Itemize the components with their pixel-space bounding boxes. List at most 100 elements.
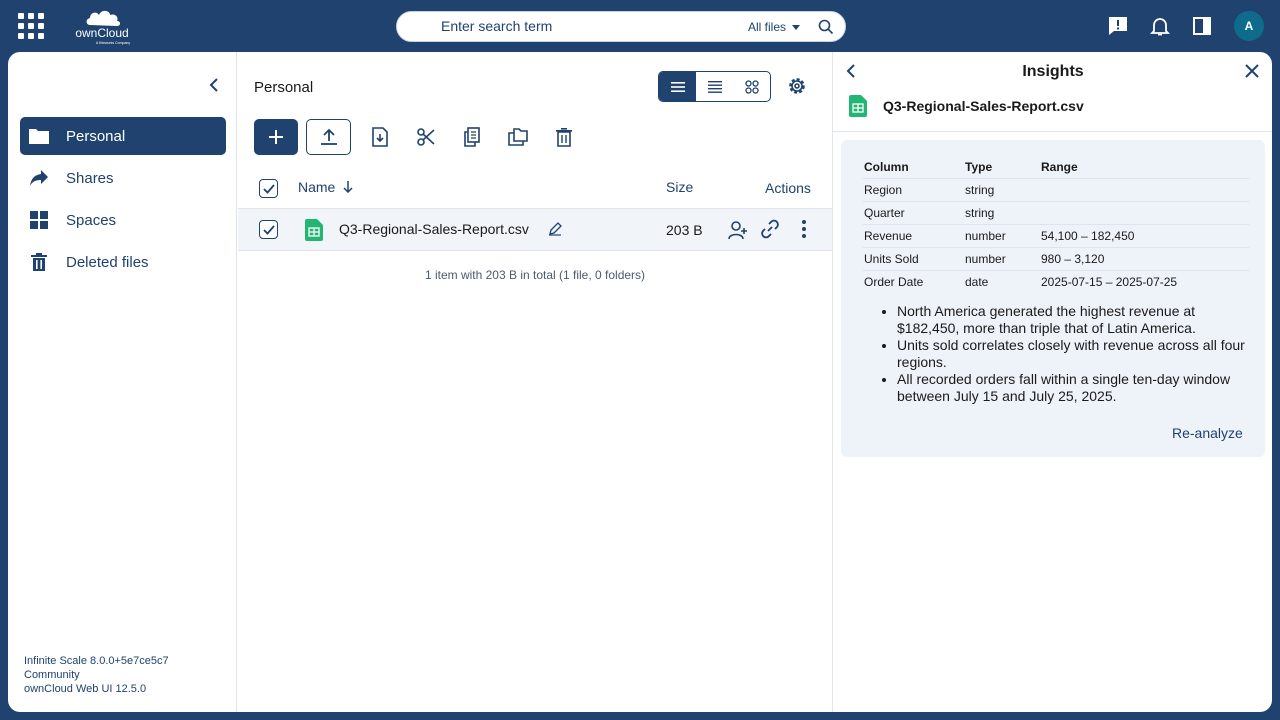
rename-pencil-icon[interactable]	[548, 222, 562, 236]
insight-item: North America generated the highest reve…	[897, 303, 1249, 337]
duplicate-icon	[508, 128, 528, 146]
column-header-label: Name	[298, 179, 336, 195]
folder-icon	[28, 125, 50, 147]
svg-text:ownCloud: ownCloud	[75, 26, 128, 40]
copy-icon	[464, 127, 480, 147]
insights-card: Column Type Range Region string Quarter …	[841, 140, 1265, 457]
table-cell: number	[964, 224, 1040, 248]
version-line: Community	[24, 669, 80, 681]
view-mode-switcher	[658, 71, 771, 102]
copy-button[interactable]	[455, 119, 489, 155]
table-row: Region string	[863, 178, 1249, 202]
sidebar-item-label: Personal	[66, 127, 126, 145]
sidebar: Personal Shares Spaces Deleted files Inf…	[8, 52, 237, 712]
search-input[interactable]	[441, 18, 711, 34]
plus-icon	[269, 130, 283, 144]
spreadsheet-icon	[305, 219, 323, 241]
search-scope-label: All files	[748, 20, 787, 34]
sidebar-nav: Personal Shares Spaces Deleted files	[20, 117, 226, 285]
sidebar-item-label: Spaces	[66, 211, 117, 229]
link-icon[interactable]	[760, 219, 780, 239]
collapse-sidebar-icon[interactable]	[208, 78, 220, 92]
sidebar-item-label: Shares	[66, 169, 114, 187]
divider	[833, 131, 1272, 132]
column-header-actions: Actions	[765, 180, 811, 196]
sidebar-item-deleted-files[interactable]: Deleted files	[20, 243, 226, 281]
file-toolbar	[254, 119, 593, 155]
file-size: 203 B	[666, 222, 703, 238]
table-cell: Quarter	[863, 201, 964, 225]
gear-icon[interactable]	[787, 76, 807, 96]
sidebar-item-shares[interactable]: Shares	[20, 159, 226, 197]
view-list-button[interactable]	[696, 72, 733, 101]
panel-file-header: Q3-Regional-Sales-Report.csv	[849, 95, 1084, 117]
new-button[interactable]	[254, 119, 298, 155]
panel-file-name: Q3-Regional-Sales-Report.csv	[883, 98, 1084, 114]
spreadsheet-icon	[849, 95, 867, 117]
view-tiles-button[interactable]	[733, 72, 770, 101]
table-cell: number	[964, 247, 1040, 271]
select-all-checkbox[interactable]	[259, 179, 278, 198]
top-bar: ownCloud A Kiteworks Company All files A	[0, 0, 1280, 52]
sort-down-icon	[343, 181, 353, 193]
table-cell: 2025-07-15 – 2025-07-25	[1041, 274, 1178, 289]
row-checkbox[interactable]	[259, 220, 278, 239]
download-button[interactable]	[363, 119, 397, 155]
trash-icon	[556, 128, 572, 147]
table-row: Quarter string	[863, 201, 1249, 225]
add-user-share-icon[interactable]	[727, 219, 749, 241]
version-line: Infinite Scale 8.0.0+5e7ce5c7	[24, 655, 169, 667]
table-row: Revenue number 54,100 – 182,450	[863, 224, 1249, 248]
cut-button[interactable]	[409, 119, 443, 155]
table-row: Order Date date 2025-07-15 – 2025-07-25	[863, 270, 1249, 293]
close-icon[interactable]	[1245, 64, 1259, 78]
more-options-icon[interactable]	[801, 219, 807, 239]
files-view: Personal Name Size Actions Q3-Regional-S…	[238, 52, 832, 712]
table-cell: 54,100 – 182,450	[1040, 224, 1249, 248]
panel-title: Insights	[1022, 63, 1084, 80]
table-header-cell: Range	[1040, 157, 1249, 179]
version-line: ownCloud Web UI 12.5.0	[24, 683, 147, 695]
duplicate-button[interactable]	[501, 119, 535, 155]
files-summary: 1 item with 203 B in total (1 file, 0 fo…	[424, 268, 646, 282]
view-condensed-list-button[interactable]	[659, 72, 696, 101]
reanalyze-button[interactable]: Re-analyze	[1172, 425, 1243, 441]
sidebar-item-personal[interactable]: Personal	[20, 117, 226, 155]
table-cell: date	[965, 274, 989, 289]
sidebar-item-label: Deleted files	[66, 253, 149, 271]
table-header: Name Size Actions	[238, 170, 832, 208]
feedback-icon[interactable]	[1108, 16, 1128, 36]
spaces-icon	[28, 209, 50, 231]
table-cell: string	[964, 178, 1040, 202]
table-cell	[1040, 201, 1249, 225]
column-header-name[interactable]: Name	[298, 179, 353, 195]
insights-list: North America generated the highest reve…	[897, 303, 1249, 405]
sidebar-item-spaces[interactable]: Spaces	[20, 201, 226, 239]
insight-item: All recorded orders fall within a single…	[897, 371, 1249, 405]
sidebar-toggle-icon[interactable]	[1192, 16, 1212, 36]
table-cell: string	[964, 201, 1040, 225]
table-row: Units Sold number 980 – 3,120	[863, 247, 1249, 271]
upload-button[interactable]	[306, 119, 351, 155]
insights-panel: Insights Q3-Regional-Sales-Report.csv Co…	[832, 52, 1272, 712]
bell-icon[interactable]	[1150, 16, 1170, 36]
table-header-row: Column Type Range	[863, 157, 1249, 179]
share-icon	[28, 167, 50, 189]
column-summary-table: Column Type Range Region string Quarter …	[863, 157, 1249, 293]
insight-item: Units sold correlates closely with reven…	[897, 337, 1249, 371]
column-header-size[interactable]: Size	[666, 179, 693, 195]
avatar[interactable]: A	[1234, 11, 1264, 41]
scissors-icon	[417, 128, 435, 146]
table-row[interactable]: Q3-Regional-Sales-Report.csv 203 B	[238, 208, 832, 251]
breadcrumb[interactable]: Personal	[254, 79, 313, 96]
table-header-cell: Type	[964, 157, 1040, 179]
upload-icon	[320, 128, 337, 145]
search-icon[interactable]	[818, 19, 834, 35]
file-name[interactable]: Q3-Regional-Sales-Report.csv	[339, 221, 529, 237]
app-switcher-icon[interactable]	[18, 13, 44, 39]
table-cell: Revenue	[863, 224, 964, 248]
delete-button[interactable]	[547, 119, 581, 155]
search-scope-dropdown[interactable]: All files	[748, 20, 801, 34]
trash-icon	[28, 251, 50, 273]
owncloud-logo[interactable]: ownCloud A Kiteworks Company	[66, 5, 138, 45]
